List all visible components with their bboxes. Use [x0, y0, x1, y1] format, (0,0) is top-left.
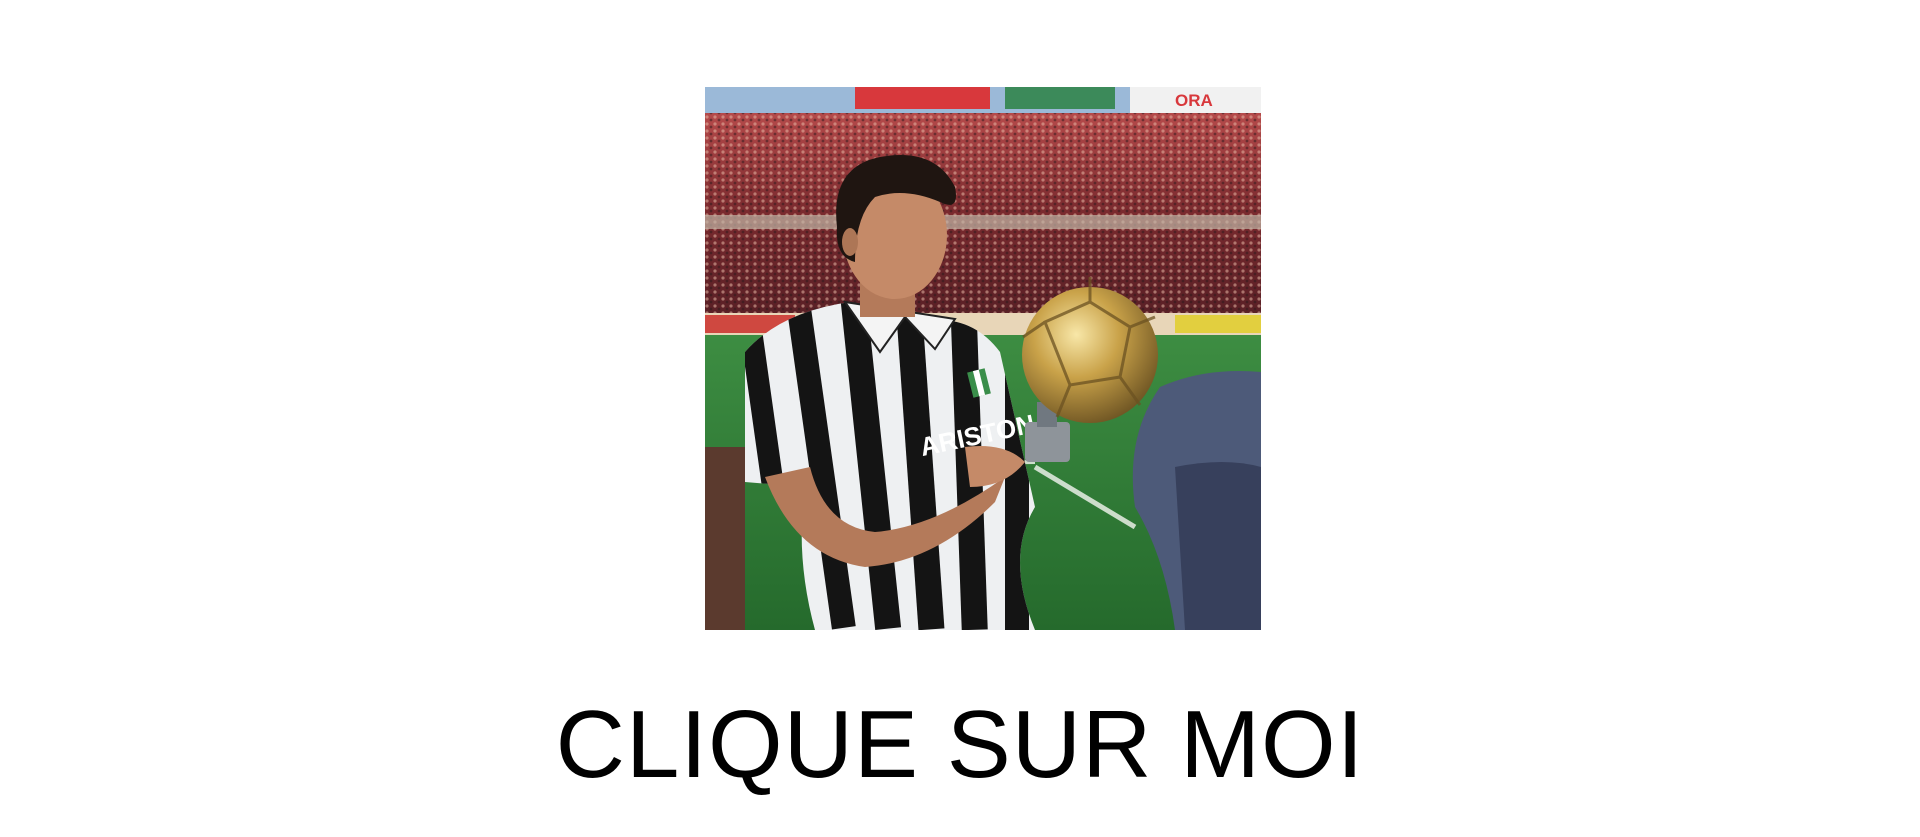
photo-illustration: ORA ARISTON	[705, 87, 1261, 630]
bystander-left	[705, 447, 745, 630]
click-me-text[interactable]: CLIQUE SUR MOI	[0, 690, 1920, 800]
suited-man-shadow	[1175, 462, 1261, 630]
trophy-base	[1025, 422, 1070, 462]
stadium-banner-3-text: ORA	[1175, 91, 1213, 110]
player-ear	[842, 228, 858, 256]
stadium-banner-2	[1005, 87, 1115, 109]
page: ORA ARISTON CLIQUE SUR MOI	[0, 0, 1920, 837]
stadium-banner-1	[855, 87, 990, 109]
stand-rail	[705, 215, 1261, 229]
player-trophy-photo[interactable]: ORA ARISTON	[705, 87, 1261, 630]
crowd-texture	[705, 113, 1261, 313]
advertising-board-yellow	[1175, 315, 1261, 333]
